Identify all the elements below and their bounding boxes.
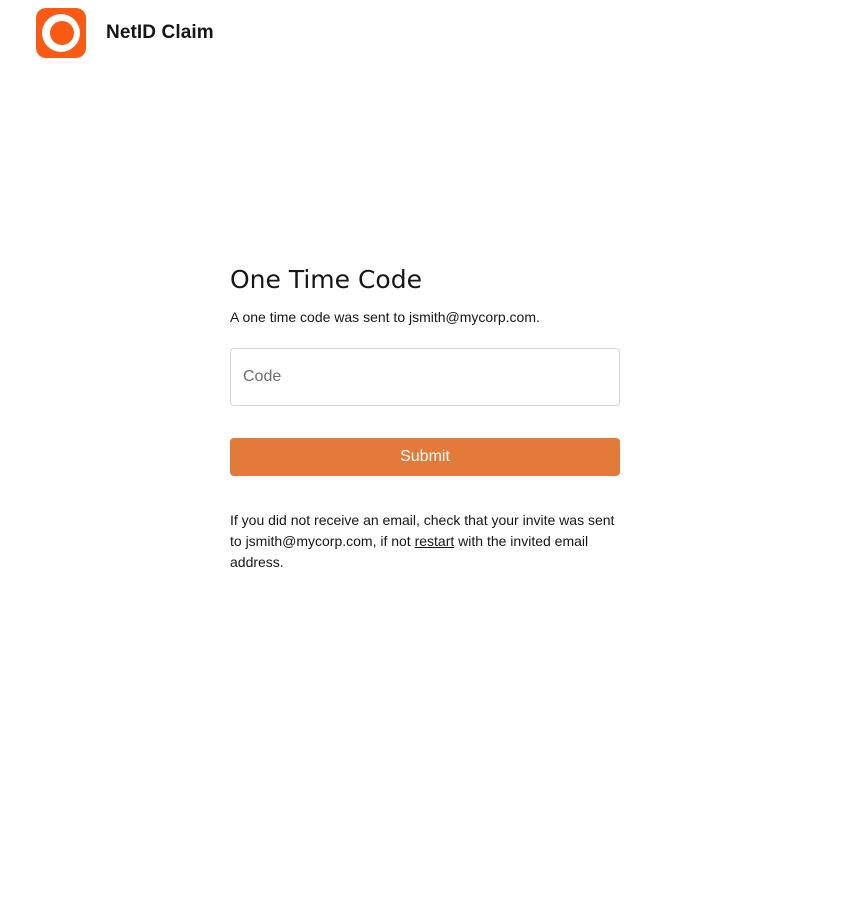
code-sent-message: A one time code was sent to jsmith@mycor… [230, 309, 540, 325]
code-input[interactable] [230, 348, 620, 406]
logo-dot [50, 21, 74, 45]
one-time-code-panel: One Time Code A one time code was sent t… [230, 262, 620, 573]
page-title: One Time Code [230, 265, 422, 294]
submit-button[interactable]: Submit [230, 438, 620, 476]
help-text: If you did not receive an email, check t… [230, 510, 620, 573]
brand-logo-icon [36, 8, 86, 58]
logo-ring [42, 14, 80, 52]
app-header: NetID Claim [36, 8, 214, 58]
restart-link[interactable]: restart [415, 533, 455, 549]
app-title: NetID Claim [106, 22, 214, 43]
